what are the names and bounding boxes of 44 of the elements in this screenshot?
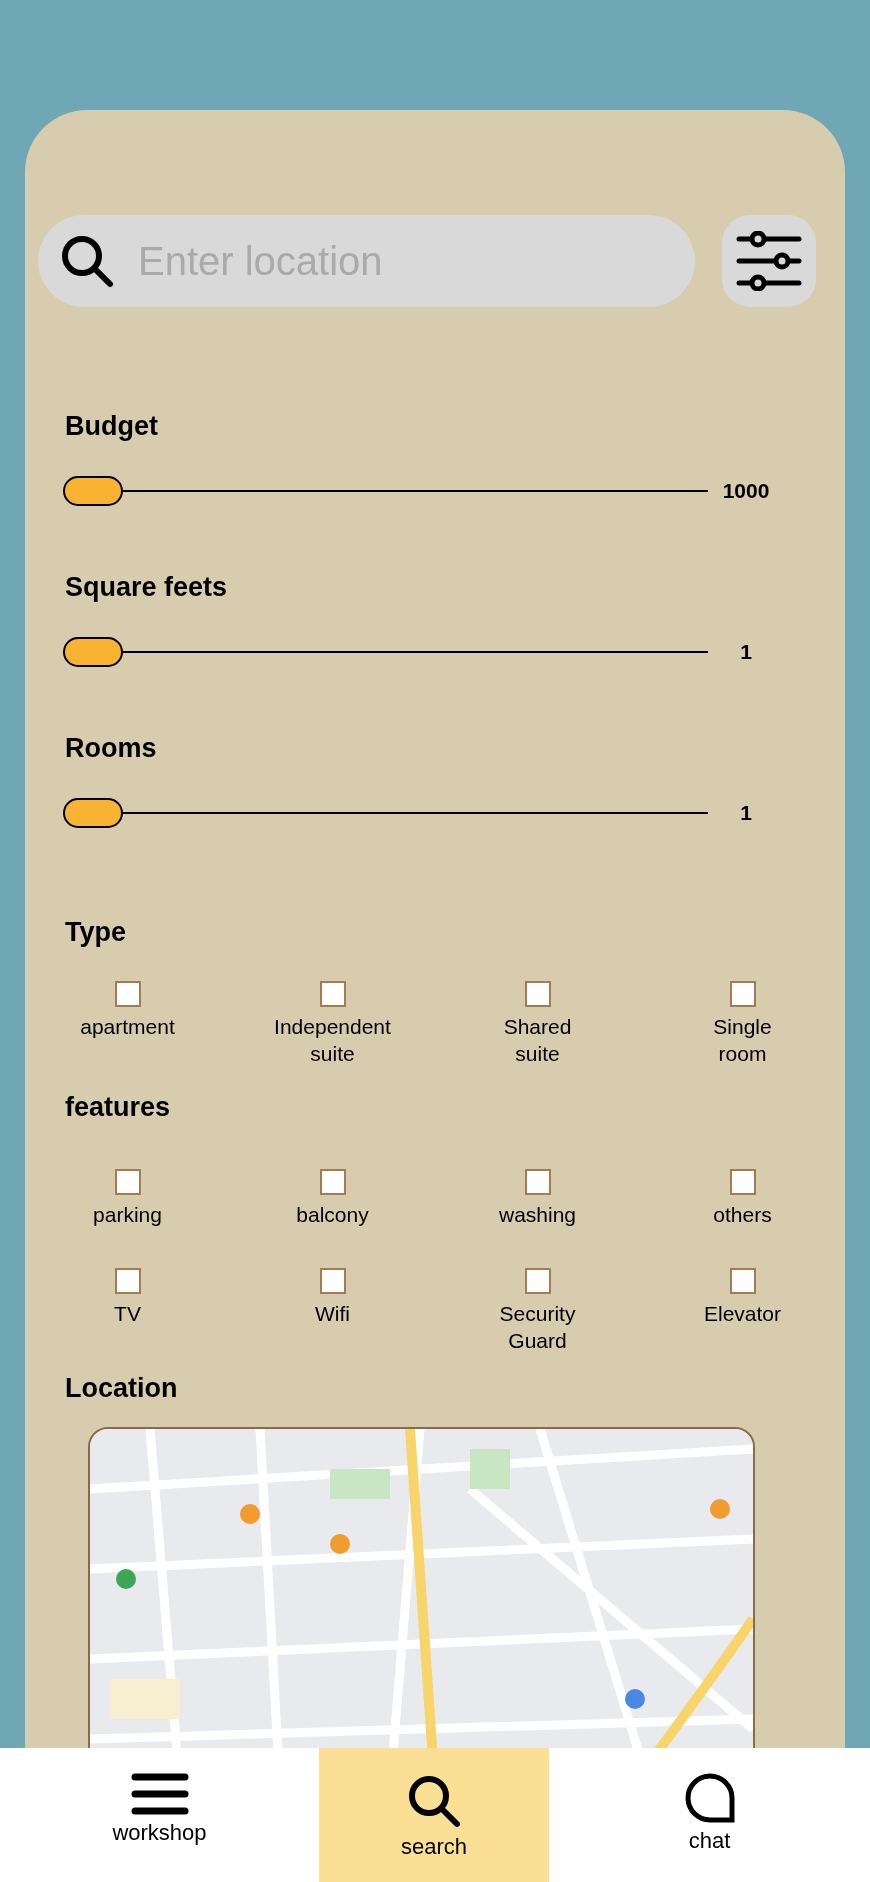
filter-button[interactable] xyxy=(722,215,816,307)
checkbox[interactable] xyxy=(729,1169,756,1195)
slider-track[interactable] xyxy=(63,798,708,828)
checkbox-label: Wifi xyxy=(315,1301,350,1327)
checkbox[interactable] xyxy=(319,981,346,1007)
slider-thumb[interactable] xyxy=(63,476,123,506)
section-title: Location xyxy=(65,1372,179,1404)
slider-thumb[interactable] xyxy=(63,798,123,828)
slider-value: 1 xyxy=(739,801,753,825)
checkbox[interactable] xyxy=(524,1169,551,1195)
checkbox[interactable] xyxy=(524,981,551,1007)
checkbox-label: Independent suite xyxy=(274,1014,391,1067)
checkbox-label: others xyxy=(713,1202,772,1228)
slider-label: Square feets xyxy=(65,571,229,603)
sliders-icon xyxy=(736,231,802,291)
slider-value: 1000 xyxy=(721,479,771,503)
checkbox-label: Shared suite xyxy=(503,1014,572,1067)
menu-icon xyxy=(130,1772,189,1816)
slider-label: Rooms xyxy=(65,732,158,764)
chat-bubble-icon xyxy=(683,1772,736,1824)
checkbox[interactable] xyxy=(729,1268,756,1294)
checkbox-label: Security Guard xyxy=(499,1301,576,1354)
nav-tab[interactable]: search xyxy=(319,1748,549,1882)
checkbox-label: TV xyxy=(114,1301,141,1327)
slider-track[interactable] xyxy=(63,476,708,506)
checkbox[interactable] xyxy=(114,981,141,1007)
checkbox[interactable] xyxy=(114,1268,141,1294)
slider-track[interactable] xyxy=(63,637,708,667)
checkbox[interactable] xyxy=(319,1169,346,1195)
checkbox-label: washing xyxy=(498,1202,577,1228)
section-title: features xyxy=(65,1091,172,1123)
checkbox[interactable] xyxy=(114,1169,141,1195)
checkbox[interactable] xyxy=(319,1268,346,1294)
checkbox[interactable] xyxy=(729,981,756,1007)
slider-value: 1 xyxy=(739,640,753,664)
checkbox-label: apartment xyxy=(80,1014,175,1040)
checkbox-label: balcony xyxy=(296,1202,369,1228)
slider-thumb[interactable] xyxy=(63,637,123,667)
slider-label: Budget xyxy=(65,410,159,442)
section-title: Type xyxy=(65,916,127,948)
checkbox[interactable] xyxy=(524,1268,551,1294)
checkbox-label: Elevator xyxy=(703,1301,781,1327)
checkbox-label: parking xyxy=(93,1202,162,1228)
checkbox-label: Single room xyxy=(713,1014,772,1067)
